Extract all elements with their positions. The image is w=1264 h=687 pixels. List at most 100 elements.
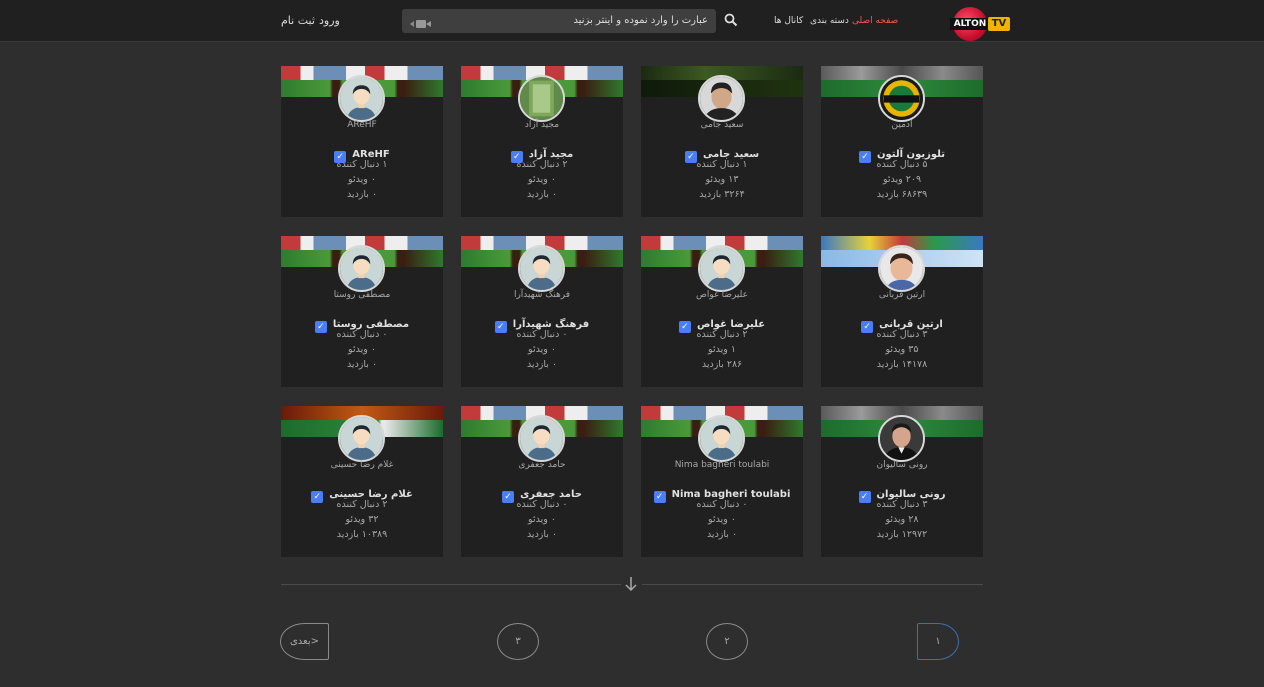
videos-count: ۰ ویدئو [708,514,736,525]
channel-name-row: رونی سالیوان✓ [821,482,983,503]
channel-card[interactable]: AReHF AReHF✓ ۱ دنبال کننده ۰ ویدئو ۰ بازدید [281,66,443,217]
channel-username[interactable]: فرهنگ شهیدآرا [461,290,623,300]
videos-count: ۳۲ ویدئو [345,514,379,525]
channel-avatar[interactable] [338,245,385,292]
channel-name-row: ارتین قربانی✓ [821,312,983,333]
videos-count: ۱ ویدئو [708,344,736,355]
channel-avatar[interactable] [698,75,745,122]
followers-count: ۵ دنبال کننده [876,159,928,170]
channel-username[interactable]: مصطفی روستا [281,290,443,300]
channel-card[interactable]: Nima bagheri toulabi Nima bagheri toulabi… [641,406,803,557]
views-count: ۰ بازدید [346,359,378,370]
videos-count: ۰ ویدئو [528,174,556,185]
page-1-button[interactable]: ۱ [917,623,959,660]
channel-username[interactable]: حامد جعفری [461,460,623,470]
channel-avatar[interactable] [518,245,565,292]
channel-name-row: مصطفی روستا✓ [281,312,443,333]
videos-count: ۰ ویدئو [348,344,376,355]
channel-username[interactable]: رونی سالیوان [821,460,983,470]
channel-avatar[interactable] [518,415,565,462]
followers-count: ۰ دنبال کننده [336,329,388,340]
channel-avatar[interactable] [878,415,925,462]
channel-name-row: سعید جامی✓ [641,142,803,163]
channel-username[interactable]: علیرضا غواص [641,290,803,300]
followers-count: ۱ دنبال کننده [696,159,748,170]
followers-count: ۰ دنبال کننده [696,499,748,510]
followers-count: ۰ دنبال کننده [516,329,568,340]
followers-count: ۲ دنبال کننده [516,159,568,170]
channel-name-row: مجید آزاد✓ [461,142,623,163]
channel-card[interactable]: فرهنگ شهیدآرا فرهنگ شهیدآرا✓ ۰ دنبال کننده… [461,236,623,387]
arrow-down-icon[interactable] [624,574,638,594]
channel-card[interactable]: سعید جامی سعید جامی✓ ۱ دنبال کننده ۱۳ ویدئو… [641,66,803,217]
channel-username[interactable]: غلام رضا حسینی [281,460,443,470]
views-count: ۰ بازدید [706,529,738,540]
channel-name-row: Nima bagheri toulabi✓ [641,482,803,503]
channel-name-row: حامد جعفری✓ [461,482,623,503]
channel-card[interactable]: ادمین تلوزیون آلتون✓ ۵ دنبال کننده ۲۰۹ ویدئ… [821,66,983,217]
channel-card[interactable]: رونی سالیوان رونی سالیوان✓ ۳ دنبال کننده ۲۸… [821,406,983,557]
logo-tv-badge: TV [988,17,1010,31]
logo-text: ALTON [950,18,990,30]
channel-username[interactable]: ادمین [821,120,983,130]
video-camera-icon[interactable] [410,15,432,28]
channel-username[interactable]: ارتین قربانی [821,290,983,300]
views-count: ۶۸۶۳۹ بازدید [876,189,928,200]
channel-name-row: تلوزیون آلتون✓ [821,142,983,163]
videos-count: ۳۵ ویدئو [885,344,919,355]
site-logo[interactable]: ALTON TV [950,6,1012,42]
videos-count: ۱۳ ویدئو [705,174,739,185]
views-count: ۰ بازدید [526,359,558,370]
nav-home-link[interactable]: صفحه اصلی [852,16,898,26]
followers-count: ۱ دنبال کننده [336,159,388,170]
nav-channels-link[interactable]: کانال ها [774,16,803,26]
channel-avatar[interactable] [698,415,745,462]
views-count: ۰ بازدید [526,529,558,540]
page-2-button[interactable]: ۲ [706,623,748,660]
views-count: ۰ بازدید [346,189,378,200]
channel-avatar[interactable] [338,75,385,122]
page-3-button[interactable]: ۳ [497,623,539,660]
channel-name-row: AReHF✓ [281,142,443,163]
channel-card[interactable]: ارتین قربانی ارتین قربانی✓ ۳ دنبال کننده ۳۵… [821,236,983,387]
channel-avatar[interactable] [878,245,925,292]
channel-name-row: فرهنگ شهیدآرا✓ [461,312,623,333]
videos-count: ۰ ویدئو [528,344,556,355]
channel-username[interactable]: مجید آزاد [461,120,623,130]
followers-count: ۰ دنبال کننده [516,499,568,510]
channel-card[interactable]: مصطفی روستا مصطفی روستا✓ ۰ دنبال کننده ۰ وی… [281,236,443,387]
channel-card[interactable]: غلام رضا حسینی غلام رضا حسینی✓ ۲ دنبال کنن… [281,406,443,557]
channel-card[interactable]: مجید آزاد مجید آزاد✓ ۲ دنبال کننده ۰ ویدئو ۰… [461,66,623,217]
channel-username[interactable]: Nima bagheri toulabi [641,460,803,470]
top-bar: ALTON TV صفحه اصلی دسته بندی کانال ها عب… [0,0,1264,42]
views-count: ۰ بازدید [526,189,558,200]
login-link[interactable]: ورود [319,14,340,27]
videos-count: ۰ ویدئو [348,174,376,185]
channel-avatar[interactable] [698,245,745,292]
search-icon[interactable] [724,12,738,27]
channel-card[interactable]: حامد جعفری حامد جعفری✓ ۰ دنبال کننده ۰ ویدئ… [461,406,623,557]
followers-count: ۳ دنبال کننده [876,499,928,510]
videos-count: ۰ ویدئو [528,514,556,525]
videos-count: ۲۰۹ ویدئو [882,174,922,185]
channel-username[interactable]: AReHF [281,120,443,130]
channel-avatar[interactable] [878,75,925,122]
channel-avatar[interactable] [338,415,385,462]
divider-line [642,584,983,585]
search-placeholder: عبارت را وارد نموده و اینتر بزنید [573,15,708,26]
views-count: ۱۲۹۷۲ بازدید [876,529,928,540]
search-input[interactable]: عبارت را وارد نموده و اینتر بزنید [402,9,716,33]
register-link[interactable]: ثبت نام [281,14,315,27]
views-count: ۱۴۱۷۸ بازدید [876,359,928,370]
channel-avatar[interactable] [518,75,565,122]
channel-grid: ادمین تلوزیون آلتون✓ ۵ دنبال کننده ۲۰۹ ویدئ… [281,66,983,557]
divider-line [281,584,621,585]
followers-count: ۲ دنبال کننده [696,329,748,340]
nav-categories-link[interactable]: دسته بندی [810,16,849,26]
channel-card[interactable]: علیرضا غواص علیرضا غواص✓ ۲ دنبال کننده ۱ وی… [641,236,803,387]
videos-count: ۲۸ ویدئو [885,514,919,525]
channel-name-row: علیرضا غواص✓ [641,312,803,333]
channel-username[interactable]: سعید جامی [641,120,803,130]
channel-name-row: غلام رضا حسینی✓ [281,482,443,503]
next-page-button[interactable]: بعدی> [280,623,329,660]
